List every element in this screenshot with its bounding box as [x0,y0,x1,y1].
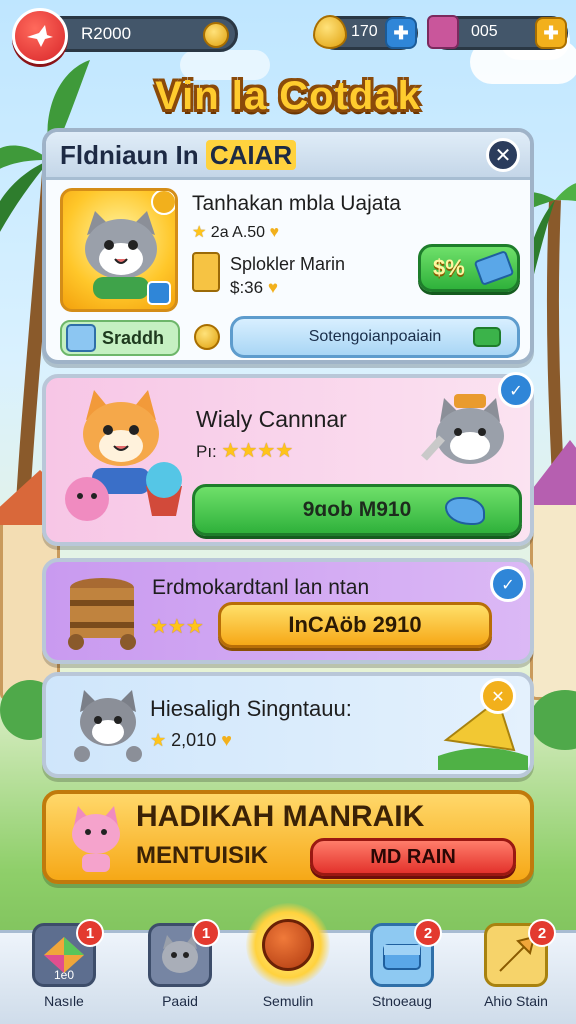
offer-card-1: Wialy Cannnar Pı: ★★★★ ✓ 9ɑob M910 [42,372,534,546]
ticket-tag-icon [473,249,515,287]
gem-counter: 170 ✚ [313,15,418,50]
discount-button[interactable]: $% [418,244,520,292]
offer2-buy-button[interactable]: InCAöb 2910 [218,602,492,648]
nav-label: Semulin [262,993,314,1009]
banner-subtitle: MENTUISIK [136,842,268,869]
nav-item-1-caption: 1e0 [53,968,75,982]
tag-label: Sraddh [102,328,165,348]
banner-button-label: MD RAIN [370,845,456,868]
coin-icon [203,22,229,48]
reward-panel: Fldniaun In CAIAR ✕ Tanhakan mbla Uajata… [42,128,534,364]
panel-title: Fldniaun In CAIAR [60,140,297,171]
nav-badge: 1 [76,919,104,947]
item-name: Splokler Marin [230,254,346,274]
nav-label: Stnoeaug [372,993,432,1009]
ticket-icon [427,15,459,49]
panel-title-text: Fldniaun In [60,140,206,170]
cat-portrait [60,188,178,312]
box-icon [66,324,96,352]
heart-icon: ♥ [267,278,278,297]
offer1-title: Wialy Cannnar [196,406,347,432]
reward-title: Tanhakan mbla Uajata [192,192,401,215]
offer-card-3: Hiesaligh Singntauu: ★ 2,010 ♥ ✕ [42,672,534,778]
nav-item-4[interactable]: 2 Stnoeaug [362,919,442,1023]
offer2-corner-badge[interactable]: ✓ [490,566,526,602]
gem-amount: 170 [351,23,378,40]
item-price: $:36 [230,278,264,297]
close-button[interactable]: ✕ [486,138,520,172]
bottom-nav: 1e0 1 Nasıle 1 Paaid Semulin 2 Stnoeaug … [0,903,576,1024]
nav-item-2[interactable]: 1 Paaid [140,919,220,1023]
banner-button[interactable]: MD RAIN [310,838,516,876]
chain-icon [473,327,501,347]
offer1-rating: Pı: ★★★★ [196,438,293,463]
offer3-price: 2,010 [171,730,217,750]
gem-icon [445,497,485,525]
nav-item-1[interactable]: 1e0 1 Nasıle [24,919,104,1023]
offer3-corner-badge[interactable]: ✕ [480,678,516,714]
info-icon[interactable] [147,281,171,305]
pink-cat-icon [72,806,120,872]
offer3-price-row: ★ 2,010 ♥ [150,730,232,751]
nav-label: Paaid [162,993,198,1009]
nav-badge: 2 [528,919,556,947]
heart-icon: ♥ [269,224,280,241]
top-bar: R2000 170 ✚ 005 ✚ [8,8,568,64]
tag-chip: Sraddh [60,320,180,356]
coin-amount: R2000 [81,24,132,43]
pink-hamster-icon [65,477,109,521]
reward-price: 2a A.50 [210,224,266,241]
nav-label: Ahio Stain [484,993,548,1009]
wide-action-label: Sotengoianpoaiain [308,328,442,345]
offer1-buy-button[interactable]: 9ɑob M910 [192,484,522,536]
item-price-row: $:36 ♥ [230,278,278,298]
ticket-counter: 005 ✚ [427,15,568,50]
nav-label: Nasıle [44,993,84,1009]
offer2-title: Erdmokardtanl lan ntan [152,576,370,599]
clipboard-icon [192,252,220,292]
coin-small-icon [194,324,220,350]
offer1-corner-badge[interactable]: ✓ [498,372,534,408]
offer3-title: Hiesaligh Singntauu: [150,696,352,721]
star-icon: ★★★★ [221,440,294,462]
nav-item-3[interactable]: Semulin [246,903,330,1009]
offer2-button-label: InCAöb 2910 [288,612,422,637]
offer1-button-label: 9ɑob M910 [302,498,412,521]
add-tickets-button[interactable]: ✚ [535,17,567,49]
coin-counter: R2000 [38,16,238,52]
promo-banner: HADIKAH MANRAIK MENTUISIK MD RAIN [42,790,534,884]
heart-gem-icon [313,15,347,49]
panel-title-highlight: CAIAR [205,140,297,170]
add-gems-button[interactable]: ✚ [385,17,417,49]
ball-icon [262,919,314,971]
bird-icon [27,25,53,47]
discount-label: $% [433,255,465,280]
star-icon: ★ [150,730,167,750]
nav-badge: 2 [414,919,442,947]
banner-title: HADIKAH MANRAIK [136,800,425,833]
reward-price-row: ★ 2a A.50 ♥ [192,222,279,242]
stars-icon: ★★★ [150,614,204,638]
sparkle-icon [151,191,175,215]
barrel-icon [68,578,136,650]
nav-badge: 1 [192,919,220,947]
offer-card-2: Erdmokardtanl lan ntan ★★★ InCAöb 2910 ✓ [42,558,534,664]
gray-cat-icon [74,690,142,762]
offer1-rating-prefix: Pı: [196,442,217,461]
page-title: Vin la Cotdak [155,74,421,118]
ticket-amount: 005 [471,23,498,40]
panel-header: Fldniaun In CAIAR ✕ [46,132,530,180]
menu-button[interactable] [12,8,68,64]
wide-action-button[interactable]: Sotengoianpoaiain [230,316,520,358]
nav-item-5[interactable]: 2 Ahio Stain [476,919,556,1023]
cupcake-icon [146,462,182,516]
star-icon: ★ [192,224,207,241]
heart-icon: ♥ [221,730,232,750]
